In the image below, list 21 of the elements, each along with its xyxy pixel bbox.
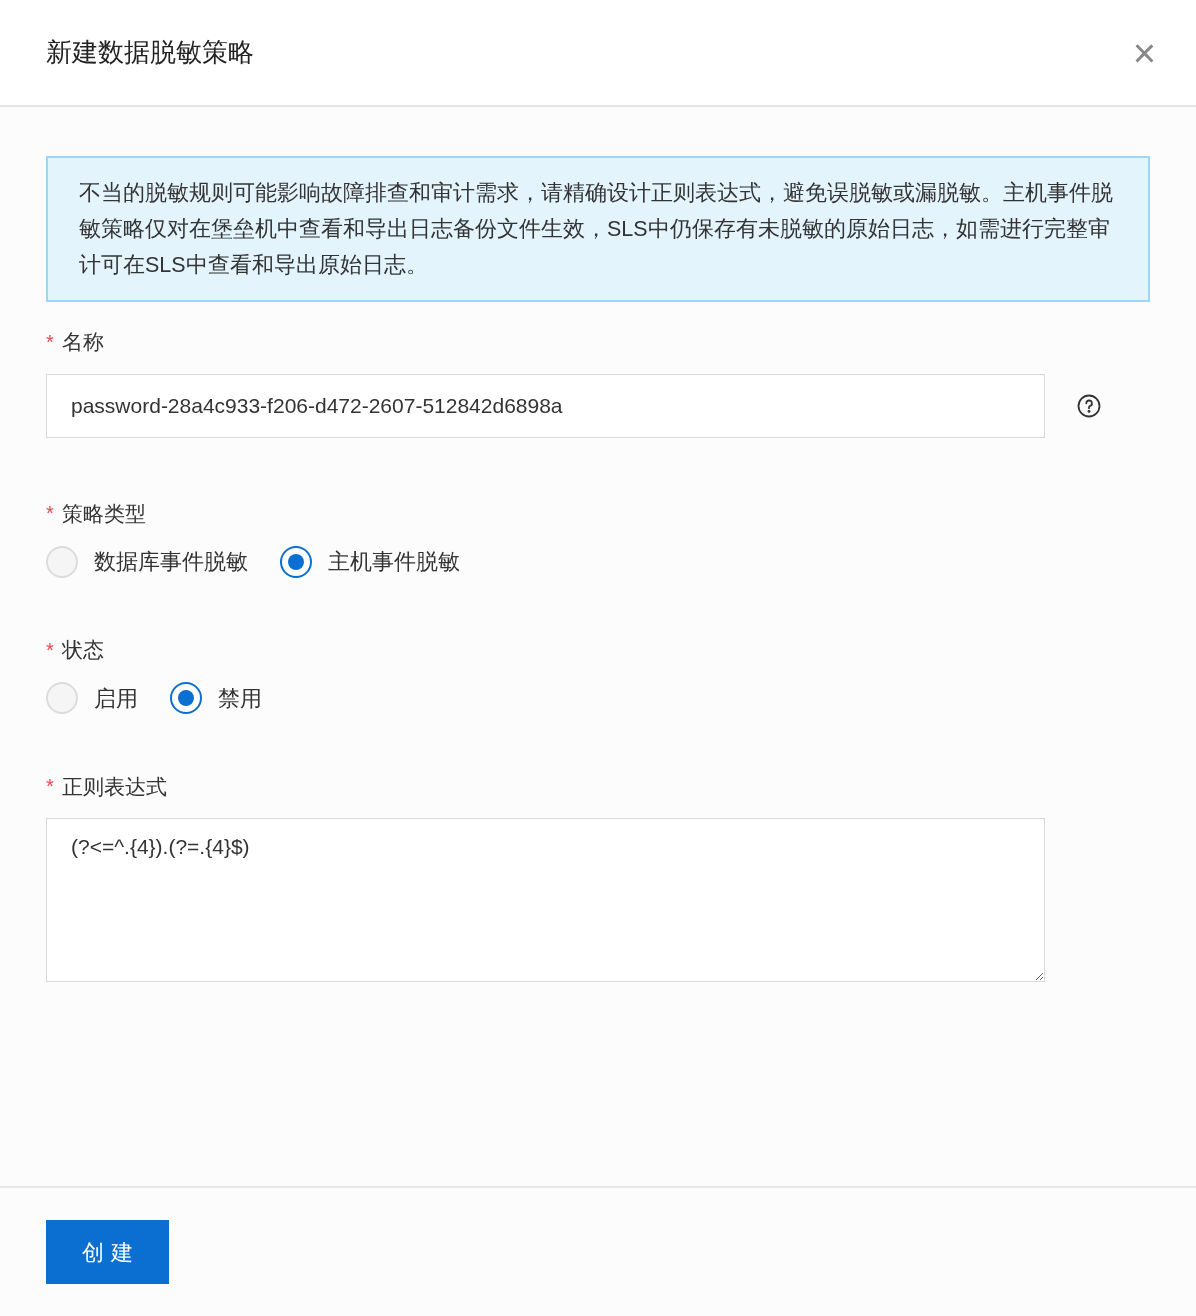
field-label: 正则表达式 — [61, 773, 167, 800]
help-icon[interactable] — [1077, 393, 1101, 418]
field-label: 策略类型 — [61, 500, 146, 527]
required-mark: * — [46, 331, 54, 352]
radio-label: 启用 — [94, 684, 138, 713]
radio-button[interactable] — [170, 682, 202, 714]
notice-banner: 不当的脱敏规则可能影响故障排查和审计需求，请精确设计正则表达式，避免误脱敏或漏脱敏。主机事件脱敏策略仅对在堡垒机中查看和导出日志备份文件生效，SLS中仍保存有未脱敏的原始日志，如需进行完整审计可在SLS中查看和导出原始日志。 — [46, 156, 1150, 302]
radio-button[interactable] — [280, 545, 312, 578]
required-mark: * — [46, 503, 54, 524]
radio-label: 禁用 — [218, 684, 262, 713]
required-mark: * — [46, 639, 54, 660]
radio-label: 主机事件脱敏 — [328, 548, 460, 576]
name-input[interactable]: password-28a4c933-f206-d472-2607-512842d6898a — [46, 373, 1045, 438]
radio-label: 数据库事件脱敏 — [94, 548, 248, 576]
field-label: 状态 — [61, 637, 104, 663]
regex-textarea[interactable]: (?<=^.{4}).(?=.{4}$) — [46, 818, 1045, 982]
close-button[interactable]: × — [1132, 32, 1156, 73]
field-label: 名称 — [61, 329, 104, 355]
required-mark: * — [46, 776, 54, 797]
create-button[interactable]: 创 建 — [46, 1220, 169, 1284]
dialog-title: 新建数据脱敏策略 — [46, 36, 254, 69]
